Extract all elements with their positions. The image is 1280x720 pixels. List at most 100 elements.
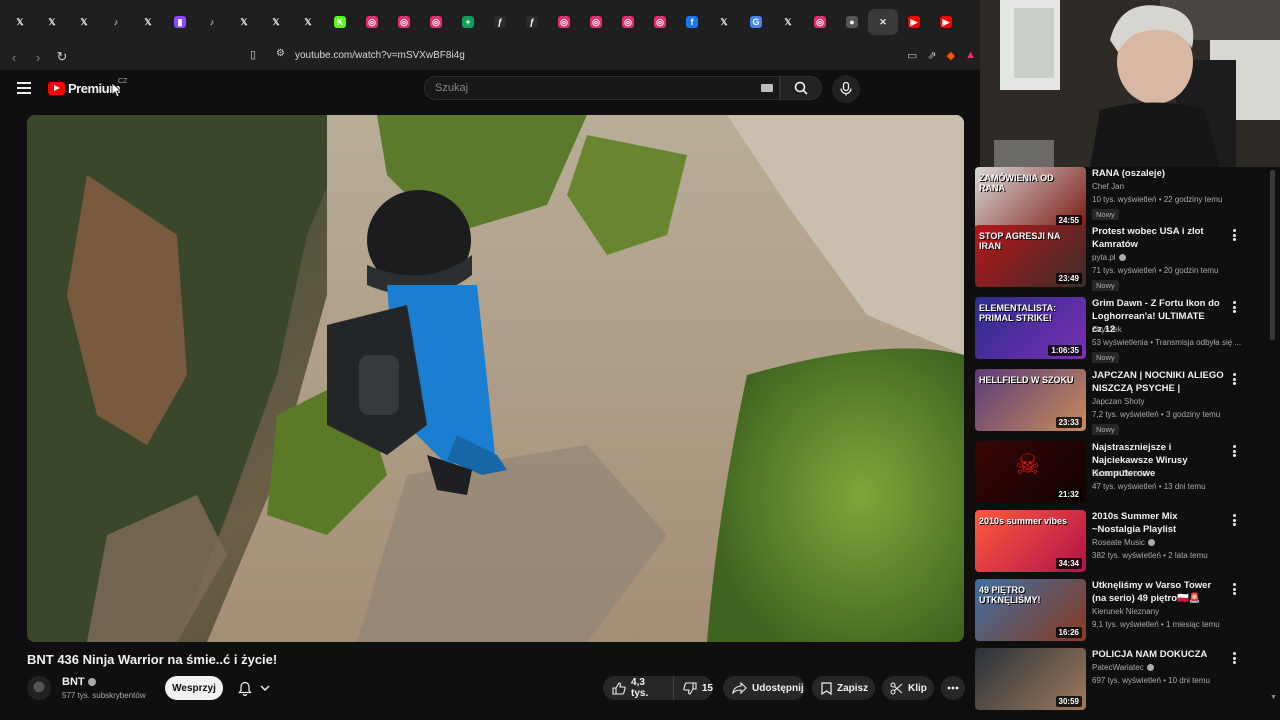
save-button[interactable]: Zapisz [812,676,875,700]
browser-tab[interactable]: + [452,9,484,35]
bookmark-icon[interactable]: ▯ [250,48,256,61]
scroll-down-icon[interactable]: ▼ [1270,694,1277,701]
browser-tab[interactable]: ◎ [548,9,580,35]
browser-tab[interactable]: 𝕏 [708,9,740,35]
channel-name-text[interactable]: PatecWariatec [1092,663,1144,672]
recommended-video-title[interactable]: Protest wobec USA i zlot Kamratów [1092,225,1227,251]
browser-tab[interactable]: 𝕏 [772,9,804,35]
browser-tab[interactable]: ◎ [612,9,644,35]
notification-bell-button[interactable] [230,676,278,700]
channel-avatar[interactable] [27,676,51,700]
recommended-channel-name[interactable]: Kierunek Nieznany [1092,607,1159,616]
recommended-channel-name[interactable]: Zbyszek [1092,325,1122,334]
share-button[interactable]: Udostępnij [723,676,805,700]
recommended-channel-name[interactable]: Roseate Music [1092,538,1155,547]
channel-name-text[interactable]: Chef Jan [1092,182,1124,191]
browser-tab[interactable]: 𝕏 [36,9,68,35]
browser-tab[interactable]: ◎ [644,9,676,35]
recommended-channel-name[interactable]: Oczami Zbrodni [1092,469,1148,478]
recommended-channel-name[interactable]: PatecWariatec [1092,663,1154,672]
youtube-premium-logo[interactable]: Premium CZ [48,78,127,96]
recommended-video[interactable]: 2010s summer vibes 34:34 2010s Summer Mix … [975,510,1275,574]
browser-tab[interactable]: K [324,9,356,35]
browser-tab[interactable]: ✕ [868,9,898,35]
browser-tab[interactable]: ◎ [420,9,452,35]
site-info-icon[interactable]: ⚙ [276,48,285,59]
browser-tab[interactable]: 𝕏 [4,9,36,35]
browser-tab[interactable]: ƒ [484,9,516,35]
recommended-video-title[interactable]: 2010s Summer Mix ~Nostalgia Playlist [1092,510,1227,536]
sidebar-scrollbar[interactable] [1270,170,1275,340]
channel-name-text[interactable]: Kierunek Nieznany [1092,607,1159,616]
browser-tab[interactable]: ● [836,9,868,35]
browser-tab[interactable]: 𝕏 [228,9,260,35]
more-actions-button[interactable] [941,676,965,700]
recommended-channel-name[interactable]: Japczan Shoty [1092,397,1144,406]
voice-search-button[interactable] [832,75,860,103]
recommended-channel-name[interactable]: Chef Jan [1092,182,1124,191]
search-input[interactable] [435,82,735,94]
recommended-video[interactable]: ZAMÓWIENIA OD RANA 24:55 RANA (oszaleje) Ch… [975,167,1275,231]
more-options-icon[interactable] [1233,445,1237,457]
recommended-video-title[interactable]: Utknęliśmy w Varso Tower (na serio) 49 p… [1092,579,1227,605]
browser-tab[interactable]: ▶ [930,9,962,35]
browser-tab[interactable]: ◎ [580,9,612,35]
video-thumbnail[interactable]: 2010s summer vibes 34:34 [975,510,1086,572]
recommended-video[interactable]: ELEMENTALISTA: PRIMAL STRIKE! 1:06:35 Grim… [975,297,1275,363]
channel-name-text[interactable]: BNT [62,676,85,688]
recommended-video-title[interactable]: JAPCZAN | NOCNIKI ALIEGO NISZCZĄ PSYCHE … [1092,369,1227,395]
search-button[interactable] [780,76,822,100]
more-options-icon[interactable] [1233,652,1237,664]
address-bar[interactable]: ▯ ⚙ youtube.com/watch?v=mSVXwBF8i4g ▭ ⇗ … [244,45,980,67]
recommended-video-title[interactable]: POLICJA NAM DOKUCZA [1092,648,1227,661]
browser-tab[interactable]: ▮ [164,9,196,35]
recommended-video[interactable]: ☠ 21:32 Najstraszniejsze i Najciekawsze Wi… [975,441,1275,505]
browser-tab[interactable]: 𝕏 [292,9,324,35]
browser-tab[interactable]: G [740,9,772,35]
recommended-channel-name[interactable]: pyta.pl [1092,253,1126,262]
channel-name-text[interactable]: Roseate Music [1092,538,1145,547]
browser-tab[interactable]: ◎ [804,9,836,35]
video-thumbnail[interactable]: ☠ 21:32 [975,441,1086,503]
more-options-icon[interactable] [1233,373,1237,385]
brave-shield-icon[interactable]: ◆ [947,49,955,62]
like-button[interactable]: 4,3 tys. [603,676,674,700]
browser-tab[interactable]: f [676,9,708,35]
more-options-icon[interactable] [1233,514,1237,526]
recommended-video-title[interactable]: RANA (oszaleje) [1092,167,1227,180]
channel-name[interactable]: BNT [62,676,96,688]
more-options-icon[interactable] [1233,583,1237,595]
video-player[interactable] [27,115,964,642]
share-page-icon[interactable]: ⇗ [927,49,936,62]
dislike-button[interactable]: 15 [674,676,713,700]
keyboard-icon[interactable] [761,84,773,92]
channel-name-text[interactable]: Japczan Shoty [1092,397,1144,406]
recommended-video[interactable]: 49 PIĘTRO UTKNĘLIŚMY! 16:26 Utknęliśmy w V… [975,579,1275,643]
browser-tab[interactable]: 𝕏 [132,9,164,35]
clip-button[interactable]: Klip [882,676,934,700]
browser-tab[interactable]: 𝕏 [260,9,292,35]
channel-name-text[interactable]: Oczami Zbrodni [1092,469,1148,478]
more-options-icon[interactable] [1233,301,1237,313]
hamburger-menu-icon[interactable] [17,82,31,94]
back-icon[interactable]: ‹ [4,47,24,67]
recommended-video[interactable]: HELLFIELD W SZOKU 23:33 JAPCZAN | NOCNIKI … [975,369,1275,435]
support-button[interactable]: Wesprzyj [165,676,223,700]
recommended-video[interactable]: 30:59 POLICJA NAM DOKUCZA PatecWariatec 697… [975,648,1275,712]
browser-tab[interactable]: ♪ [196,9,228,35]
reload-icon[interactable]: ↻ [52,47,72,67]
video-thumbnail[interactable]: 30:59 [975,648,1086,710]
browser-tab[interactable]: ♪ [100,9,132,35]
video-thumbnail[interactable]: STOP AGRESJI NA IRAN 23:49 [975,225,1086,287]
recommended-video[interactable]: STOP AGRESJI NA IRAN 23:49 Protest wobec U… [975,225,1275,291]
browser-tab[interactable]: ◎ [388,9,420,35]
browser-tab[interactable]: 𝕏 [68,9,100,35]
more-options-icon[interactable] [1233,229,1237,241]
video-thumbnail[interactable]: 49 PIĘTRO UTKNĘLIŚMY! 16:26 [975,579,1086,641]
browser-tab[interactable]: ƒ [516,9,548,35]
search-box[interactable] [424,76,780,100]
forward-icon[interactable]: › [28,47,48,67]
video-thumbnail[interactable]: ZAMÓWIENIA OD RANA 24:55 [975,167,1086,229]
install-icon[interactable]: ▭ [907,49,917,62]
browser-tab[interactable]: ◎ [356,9,388,35]
